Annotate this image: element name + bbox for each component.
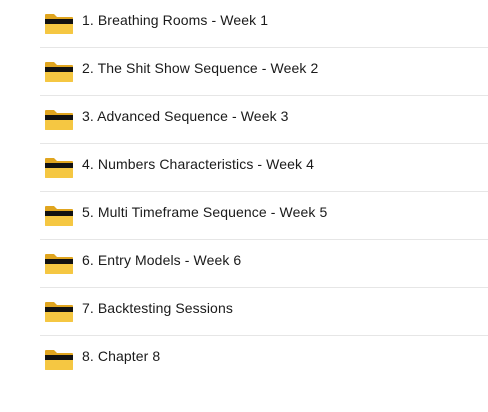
folder-icon: [44, 156, 74, 180]
folder-icon: [44, 348, 74, 372]
folder-label: 3. Advanced Sequence - Week 3: [82, 108, 289, 124]
folder-label: 7. Backtesting Sessions: [82, 300, 233, 316]
folder-item[interactable]: 2. The Shit Show Sequence - Week 2: [0, 48, 488, 96]
folder-icon: [44, 108, 74, 132]
folder-icon: [44, 252, 74, 276]
folder-label: 5. Multi Timeframe Sequence - Week 5: [82, 204, 328, 220]
folder-icon: [44, 204, 74, 228]
folder-label: 4. Numbers Characteristics - Week 4: [82, 156, 314, 172]
folder-icon: [44, 60, 74, 84]
folder-item[interactable]: 8. Chapter 8: [0, 336, 488, 384]
folder-item[interactable]: 5. Multi Timeframe Sequence - Week 5: [0, 192, 488, 240]
folder-item[interactable]: 7. Backtesting Sessions: [0, 288, 488, 336]
folder-label: 2. The Shit Show Sequence - Week 2: [82, 60, 319, 76]
folder-item[interactable]: 1. Breathing Rooms - Week 1: [0, 0, 488, 48]
folder-label: 8. Chapter 8: [82, 348, 161, 364]
folder-icon: [44, 300, 74, 324]
folder-label: 6. Entry Models - Week 6: [82, 252, 242, 268]
folder-list: 1. Breathing Rooms - Week 1 2. The Shit …: [0, 0, 488, 412]
folder-item[interactable]: 3. Advanced Sequence - Week 3: [0, 96, 488, 144]
folder-icon: [44, 12, 74, 36]
folder-item[interactable]: 4. Numbers Characteristics - Week 4: [0, 144, 488, 192]
folder-label: 1. Breathing Rooms - Week 1: [82, 12, 269, 28]
folder-item[interactable]: 6. Entry Models - Week 6: [0, 240, 488, 288]
